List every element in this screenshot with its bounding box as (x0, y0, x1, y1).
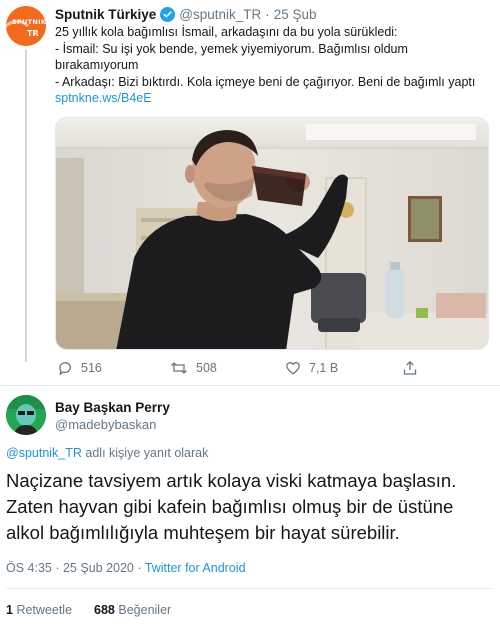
quoted-tweet-header: Sputnik Türkiye @sputnik_TR · 25 Şub (55, 7, 317, 22)
madebybaskan-avatar[interactable] (6, 395, 46, 435)
reply-to-handle[interactable]: @sputnik_TR (6, 446, 82, 460)
retweet-icon (171, 362, 187, 374)
quoted-handle[interactable]: @sputnik_TR (179, 7, 261, 22)
quoted-text-line: bırakamıyorum (55, 58, 139, 72)
reply-to-label: adlı kişiye yanıt olarak (81, 446, 209, 460)
meta-separator: · (133, 561, 145, 575)
like-action[interactable]: 7,1 B (285, 360, 338, 376)
share-icon (403, 360, 417, 375)
sputnik-avatar[interactable]: SPUTNIK TR (6, 6, 46, 46)
like-stat[interactable]: 688 Beğeniler (94, 603, 171, 617)
reply-action[interactable]: 516 (57, 360, 102, 376)
retweet-stat-count: 1 (6, 603, 13, 617)
reply-icon (59, 362, 71, 375)
main-text-line: Zaten hayvan gibi kafein bağımlısı olmuş… (6, 496, 454, 517)
avatar-character-image (6, 395, 46, 435)
like-stat-label: Beğeniler (118, 603, 172, 617)
tweet-meta: ÖS 4:35 · 25 Şub 2020 · Twitter for Andr… (6, 561, 246, 575)
main-tweet-text: Naçizane tavsiyem artık kolaya viski kat… (6, 468, 496, 546)
tweet-stats: 1 Retweetle 688 Beğeniler (6, 603, 171, 617)
main-text-line: Naçizane tavsiyem artık kolaya viski kat… (6, 470, 457, 491)
verified-badge-icon (160, 7, 176, 22)
retweet-count: 508 (196, 361, 217, 375)
quoted-text-line: 25 yıllık kola bağımlısı İsmail, arkadaş… (55, 25, 398, 39)
share-action[interactable] (402, 360, 418, 376)
retweet-action[interactable]: 508 (170, 360, 217, 376)
main-display-name[interactable]: Bay Başkan Perry (55, 400, 170, 415)
quoted-tweet[interactable]: SPUTNIK TR Sputnik Türkiye @sputnik_TR ·… (0, 0, 500, 385)
retweet-stat-label: Retweetle (16, 603, 73, 617)
like-stat-count: 688 (94, 603, 115, 617)
photo-man-drinking-cola (56, 118, 488, 349)
quoted-text-line: - İsmail: Su işi yok bende, yemek yiyemi… (55, 41, 408, 56)
header-separator: · (265, 7, 270, 22)
quoted-tweet-text: 25 yıllık kola bağımlısı İsmail, arkadaş… (55, 24, 495, 107)
quoted-display-name[interactable]: Sputnik Türkiye (55, 7, 156, 22)
reply-context: @sputnik_TR adlı kişiye yanıt olarak (6, 446, 208, 460)
meta-separator: · (51, 561, 63, 575)
tweet-source-link[interactable]: Twitter for Android (145, 561, 246, 575)
avatar-logo-text: SPUTNIK (12, 18, 46, 26)
main-text-line: alkol bağımlılığıyla muhteşem bir hayat … (6, 522, 400, 543)
tweet-date[interactable]: 25 Şub 2020 (63, 561, 134, 575)
tweet-photo[interactable] (55, 117, 489, 350)
quoted-date[interactable]: 25 Şub (274, 7, 317, 22)
thread-line (25, 50, 27, 362)
quoted-tweet-link[interactable]: sptnkne.ws/B4eE (55, 90, 495, 107)
reply-count: 516 (81, 361, 102, 375)
quoted-action-bar: 516 508 7,1 B (55, 360, 435, 378)
heart-icon (286, 361, 300, 375)
stats-divider (6, 588, 494, 589)
like-count: 7,1 B (309, 361, 339, 375)
tweet-time[interactable]: ÖS 4:35 (6, 561, 52, 575)
retweet-stat[interactable]: 1 Retweetle (6, 603, 72, 617)
main-handle[interactable]: @madebybaskan (55, 417, 156, 432)
quoted-text-line: - Arkadaşı: Bizi bıktırdı. Kola içmeye b… (55, 74, 476, 89)
avatar-logo-sub: TR (27, 29, 39, 38)
section-divider (0, 385, 500, 386)
